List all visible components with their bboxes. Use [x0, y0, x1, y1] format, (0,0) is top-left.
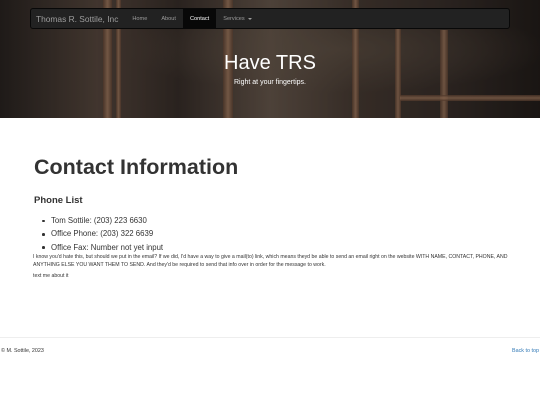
- chevron-down-icon: [247, 17, 252, 20]
- nav-contact[interactable]: Contact: [182, 9, 217, 28]
- hero-banner: Thomas R. Sottile, Inc Home About Contac…: [0, 0, 540, 118]
- phone-list-heading: Phone List: [34, 195, 83, 206]
- email-note: I know you'd hate this, but should we pu…: [33, 253, 508, 268]
- text-note: text me about it: [33, 273, 69, 279]
- copyright-text: © M. Sottile, 2023: [1, 348, 44, 354]
- nav-services-dropdown[interactable]: Services: [216, 9, 258, 28]
- page-title: Contact Information: [34, 155, 239, 179]
- brand-link[interactable]: Thomas R. Sottile, Inc: [31, 9, 125, 28]
- phone-list: Tom Sottile: (203) 223 6630 Office Phone…: [42, 214, 163, 254]
- footer: © M. Sottile, 2023 Back to top: [0, 337, 540, 367]
- back-to-top-link[interactable]: Back to top: [512, 348, 539, 354]
- list-item: Office Phone: (203) 322 6639: [42, 227, 163, 240]
- list-item: Tom Sottile: (203) 223 6630: [42, 214, 163, 227]
- nav-about[interactable]: About: [154, 9, 183, 28]
- nav-home[interactable]: Home: [125, 9, 154, 28]
- hero-title: Have TRS: [224, 52, 316, 74]
- top-navbar: Thomas R. Sottile, Inc Home About Contac…: [30, 8, 510, 29]
- nav-services-label: Services: [223, 15, 245, 22]
- hero-subtitle: Right at your fingertips.: [234, 79, 306, 86]
